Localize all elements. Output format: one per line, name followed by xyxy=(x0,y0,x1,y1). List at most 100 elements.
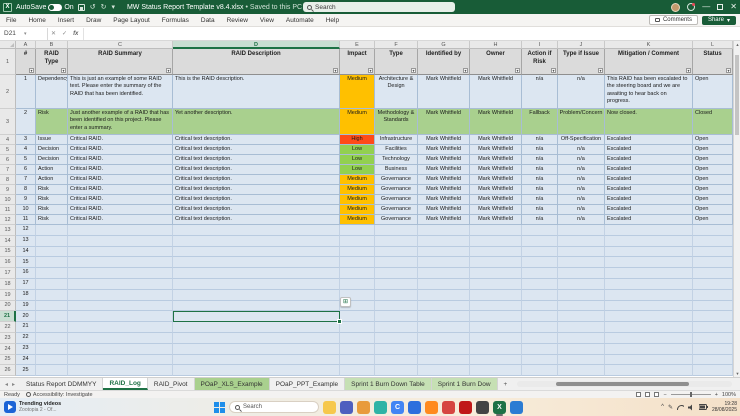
cell-type[interactable]: Business xyxy=(375,165,418,175)
taskbar-app-file-explorer[interactable] xyxy=(323,401,336,414)
cell-identified_by[interactable] xyxy=(418,301,470,312)
cell-num[interactable]: 12 xyxy=(16,225,36,236)
cell-type[interactable] xyxy=(375,311,418,322)
cell-raid_type[interactable]: Decision xyxy=(36,145,68,155)
sheet-tab-raid-log[interactable]: RAID_Log xyxy=(103,378,147,390)
row-header-15[interactable]: 15 xyxy=(0,247,16,258)
cell-mitigation[interactable] xyxy=(605,247,693,258)
cell-description[interactable]: Critical text description. xyxy=(173,155,340,165)
cell-raid_type[interactable] xyxy=(36,236,68,247)
cell-identified_by[interactable] xyxy=(418,268,470,279)
cell-description[interactable]: Critical text description. xyxy=(173,195,340,205)
select-all-button[interactable] xyxy=(0,41,16,49)
cell-raid_type[interactable] xyxy=(36,322,68,333)
cell-action_if_risk[interactable] xyxy=(522,322,558,333)
cell-owner[interactable] xyxy=(470,225,522,236)
cell-owner[interactable]: Mark Whitfield xyxy=(470,165,522,175)
filter-dropdown-icon[interactable]: ▾ xyxy=(686,68,691,73)
cell-type_if_issue[interactable]: n/a xyxy=(558,185,605,195)
cell-num[interactable]: 1 xyxy=(16,75,36,109)
cell-owner[interactable] xyxy=(470,247,522,258)
cell-impact[interactable]: Low xyxy=(340,165,375,175)
cell-impact[interactable] xyxy=(340,236,375,247)
row-header-8[interactable]: 8 xyxy=(0,175,16,185)
cell-identified_by[interactable]: Mark Whitfield xyxy=(418,155,470,165)
cell-mitigation[interactable]: Escalated xyxy=(605,215,693,225)
cell-raid_type[interactable]: Action xyxy=(36,165,68,175)
cell-num[interactable]: 16 xyxy=(16,268,36,279)
row-header-1[interactable]: 1 xyxy=(0,49,16,75)
cell-identified_by[interactable] xyxy=(418,344,470,355)
cell-impact[interactable]: High xyxy=(340,135,375,145)
cell-raid_type[interactable]: Risk xyxy=(36,205,68,215)
cell-type_if_issue[interactable] xyxy=(558,355,605,366)
cell-status[interactable]: Open xyxy=(693,145,733,155)
cell-type[interactable]: Infrastructure xyxy=(375,135,418,145)
column-header-K[interactable]: K xyxy=(605,41,693,49)
filter-dropdown-icon[interactable]: ▾ xyxy=(368,68,373,73)
tab-nav-right-icon[interactable]: ▸ xyxy=(12,381,15,388)
ribbon-tab-file[interactable]: File xyxy=(0,14,22,27)
column-header-I[interactable]: I xyxy=(522,41,558,49)
cell-type[interactable] xyxy=(375,365,418,376)
column-header-B[interactable]: B xyxy=(36,41,68,49)
cell-impact[interactable] xyxy=(340,279,375,290)
insert-function-icon[interactable]: fx xyxy=(70,31,81,37)
cell-action_if_risk[interactable] xyxy=(522,311,558,322)
horizontal-scroll-thumb[interactable] xyxy=(556,382,689,386)
cell-raid_type[interactable] xyxy=(36,333,68,344)
cell-status[interactable]: Open xyxy=(693,165,733,175)
ribbon-tab-view[interactable]: View xyxy=(254,14,280,27)
sheet-tab-poap-xls-example[interactable]: POaP_XLS_Example xyxy=(195,378,270,390)
cell-owner[interactable] xyxy=(470,344,522,355)
cell-action_if_risk[interactable] xyxy=(522,301,558,312)
filter-dropdown-icon[interactable]: ▾ xyxy=(61,68,66,73)
taskbar-app-edge-browser[interactable] xyxy=(374,401,387,414)
sheet-tab-poap-ppt-example[interactable]: POaP_PPT_Example xyxy=(270,378,346,390)
cell-impact[interactable]: Medium xyxy=(340,195,375,205)
cell-type_if_issue[interactable] xyxy=(558,333,605,344)
cell-summary[interactable]: Critical RAID. xyxy=(68,145,173,155)
selected-cell-outline[interactable] xyxy=(173,311,340,322)
filter-dropdown-icon[interactable]: ▾ xyxy=(551,68,556,73)
filter-dropdown-icon[interactable]: ▾ xyxy=(166,68,171,73)
cell-type[interactable]: Governance xyxy=(375,205,418,215)
qat-dropdown-icon[interactable]: ▾ xyxy=(111,3,115,11)
row-header-19[interactable]: 19 xyxy=(0,290,16,301)
cell-action_if_risk[interactable] xyxy=(522,344,558,355)
cell-owner[interactable]: Mark Whitfield xyxy=(470,135,522,145)
share-button[interactable]: Share ▾ xyxy=(702,16,736,25)
cell-num[interactable]: 6 xyxy=(16,165,36,175)
cell-status[interactable]: Open xyxy=(693,195,733,205)
widgets-button[interactable]: Trending videos Zootopia 2 - Of... xyxy=(0,401,65,413)
row-header-5[interactable]: 5 xyxy=(0,145,16,155)
column-title-status[interactable]: Status▾ xyxy=(693,49,733,75)
cell-identified_by[interactable] xyxy=(418,322,470,333)
cell-raid_type[interactable]: Decision xyxy=(36,155,68,165)
row-header-22[interactable]: 22 xyxy=(0,322,16,333)
row-header-17[interactable]: 17 xyxy=(0,268,16,279)
row-header-24[interactable]: 24 xyxy=(0,344,16,355)
cell-mitigation[interactable] xyxy=(605,257,693,268)
cell-mitigation[interactable]: Escalated xyxy=(605,145,693,155)
cell-owner[interactable] xyxy=(470,301,522,312)
cell-mitigation[interactable] xyxy=(605,344,693,355)
cell-status[interactable]: Open xyxy=(693,205,733,215)
cell-identified_by[interactable]: Mark Whitfield xyxy=(418,195,470,205)
cell-impact[interactable]: Medium xyxy=(340,185,375,195)
cell-impact[interactable]: Medium xyxy=(340,75,375,109)
cell-description[interactable]: Critical text description. xyxy=(173,135,340,145)
cell-identified_by[interactable] xyxy=(418,311,470,322)
cell-raid_type[interactable] xyxy=(36,290,68,301)
filter-dropdown-icon[interactable]: ▾ xyxy=(411,68,416,73)
taskbar-app-firefox-browser[interactable] xyxy=(425,401,438,414)
cell-impact[interactable]: Low xyxy=(340,145,375,155)
cell-summary[interactable]: This is just an example of some RAID tex… xyxy=(68,75,173,109)
cell-status[interactable]: Open xyxy=(693,155,733,165)
close-button[interactable]: ✕ xyxy=(730,0,737,14)
cell-mitigation[interactable] xyxy=(605,225,693,236)
zoom-out-icon[interactable]: − xyxy=(663,392,666,398)
cell-type_if_issue[interactable] xyxy=(558,268,605,279)
cell-type_if_issue[interactable]: n/a xyxy=(558,155,605,165)
cell-summary[interactable]: Critical RAID. xyxy=(68,185,173,195)
